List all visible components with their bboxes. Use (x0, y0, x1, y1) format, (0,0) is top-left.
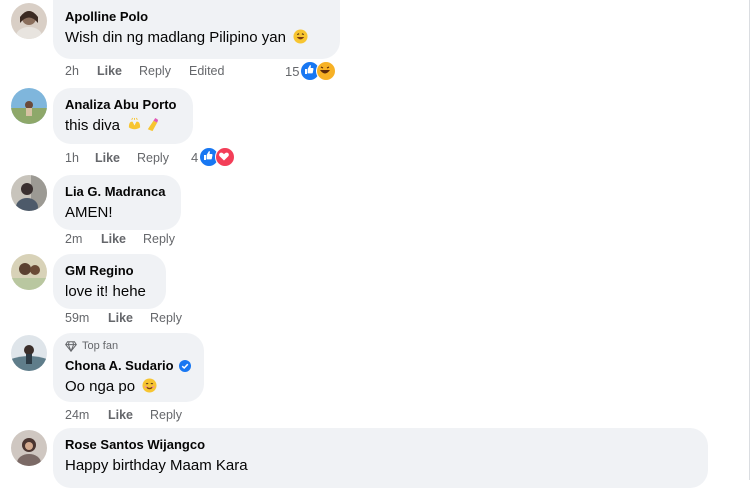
smiling-face-emoji (142, 378, 157, 393)
like-button[interactable]: Like (97, 63, 122, 79)
diamond-icon (65, 340, 77, 352)
timestamp[interactable]: 24m (65, 407, 89, 423)
like-button[interactable]: Like (108, 407, 133, 423)
comment-bubble: Analiza Abu Porto this diva (53, 88, 193, 144)
reaction-summary[interactable]: 15 (285, 61, 337, 81)
commenter-name[interactable]: Apolline Polo (65, 8, 328, 25)
comment-text-content: Wish din ng madlang Pilipino yan (65, 29, 286, 46)
comment-text: AMEN! (65, 204, 113, 221)
avatar[interactable] (11, 88, 47, 124)
comment-bubble: Lia G. Madranca AMEN! (53, 175, 181, 230)
grinning-face-emoji (293, 29, 308, 44)
haha-icon (316, 61, 337, 81)
comment-bubble: Top fan Chona A. Sudario Oo nga po (53, 333, 204, 402)
comment-text: Happy birthday Maam Kara (65, 457, 248, 474)
avatar[interactable] (11, 254, 47, 290)
comment-text: Oo nga po (65, 377, 192, 397)
comment-text: Wish din ng madlang Pilipino yan (65, 28, 328, 48)
avatar[interactable] (11, 3, 47, 39)
like-button[interactable]: Like (95, 150, 120, 166)
like-button[interactable]: Like (108, 310, 133, 326)
reaction-count: 15 (285, 63, 300, 79)
reply-button[interactable]: Reply (143, 231, 175, 247)
reply-button[interactable]: Reply (150, 310, 182, 326)
love-icon (215, 147, 236, 167)
top-fan-badge: Top fan (65, 339, 192, 353)
reaction-summary[interactable]: 4 (191, 147, 236, 167)
timestamp[interactable]: 1h (65, 150, 79, 166)
comment-bubble: GM Regino love it! hehe (53, 254, 166, 309)
avatar[interactable] (11, 335, 47, 371)
hands-emoji (129, 117, 141, 130)
reaction-count: 4 (191, 149, 199, 165)
reply-button[interactable]: Reply (139, 63, 171, 79)
like-button[interactable]: Like (101, 231, 126, 247)
timestamp[interactable]: 2h (65, 63, 79, 79)
comment-text: this diva (65, 116, 181, 136)
comment-text: love it! hehe (65, 283, 146, 300)
comment-bubble: Apolline Polo Wish din ng madlang Pilipi… (53, 0, 340, 59)
avatar[interactable] (11, 175, 47, 211)
commenter-name[interactable]: Analiza Abu Porto (65, 96, 181, 113)
nail-polish-emoji (148, 117, 159, 132)
reply-button[interactable]: Reply (137, 150, 169, 166)
top-fan-label: Top fan (82, 339, 119, 352)
verified-badge-icon (178, 360, 191, 372)
commenter-name[interactable]: Lia G. Madranca (65, 183, 169, 200)
commenter-name[interactable]: Rose Santos Wijangco (65, 436, 696, 453)
comment-bubble: Rose Santos Wijangco Happy birthday Maam… (53, 428, 708, 488)
timestamp[interactable]: 2m (65, 231, 82, 247)
comment-text-content: this diva (65, 117, 121, 134)
avatar[interactable] (11, 430, 47, 466)
commenter-name[interactable]: GM Regino (65, 262, 154, 279)
reply-button[interactable]: Reply (150, 407, 182, 423)
commenter-name-text: Chona A. Sudario (65, 358, 174, 373)
edited-label: Edited (189, 64, 225, 78)
timestamp[interactable]: 59m (65, 310, 89, 326)
comment-text-content: Oo nga po (65, 378, 136, 395)
commenter-name[interactable]: Chona A. Sudario (65, 357, 192, 374)
